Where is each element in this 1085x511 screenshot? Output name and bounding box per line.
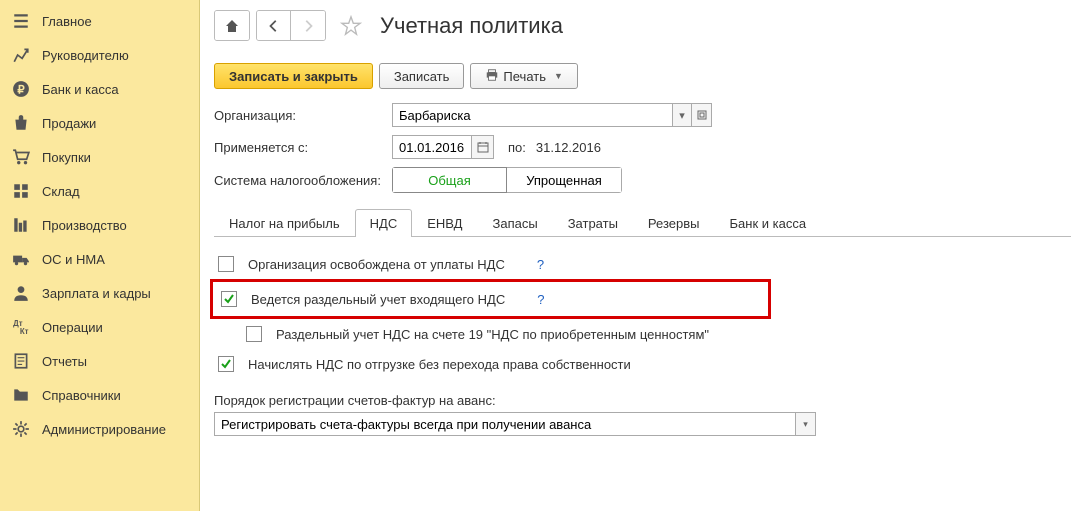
print-button[interactable]: Печать ▼ (470, 63, 578, 89)
toolbar: Записать и закрыть Записать Печать ▼ (214, 63, 1071, 89)
tax-system-label: Система налогообложения: (214, 173, 392, 188)
boxes-icon (12, 182, 30, 200)
separate-label: Ведется раздельный учет входящего НДС (251, 292, 505, 307)
invoice-order-dropdown-button[interactable]: ▾ (796, 412, 816, 436)
tab-body: Организация освобождена от уплаты НДС ? … (214, 237, 1071, 436)
topbar: Учетная политика (214, 10, 1071, 41)
sidebar-item-catalogs[interactable]: Справочники (0, 378, 199, 412)
sidebar-item-label: Склад (42, 184, 80, 199)
sidebar-item-label: Администрирование (42, 422, 166, 437)
sidebar-item-manager[interactable]: Руководителю (0, 38, 199, 72)
exempt-label: Организация освобождена от уплаты НДС (248, 257, 505, 272)
tab-profit[interactable]: Налог на прибыль (214, 209, 355, 237)
svg-text:Кт: Кт (20, 327, 29, 336)
operations-icon: ДтКт (12, 318, 30, 336)
accrue-label: Начислять НДС по отгрузке без перехода п… (248, 357, 631, 372)
favorite-star-button[interactable] (338, 13, 364, 39)
date-from-input[interactable] (392, 135, 472, 159)
tab-costs[interactable]: Затраты (553, 209, 633, 237)
calendar-button[interactable] (472, 135, 494, 159)
sidebar-item-label: Производство (42, 218, 127, 233)
report-icon (12, 352, 30, 370)
tab-bank[interactable]: Банк и касса (715, 209, 822, 237)
truck-icon (12, 250, 30, 268)
sidebar-item-operations[interactable]: ДтКт Операции (0, 310, 199, 344)
tab-reserves[interactable]: Резервы (633, 209, 715, 237)
sidebar-item-label: Отчеты (42, 354, 87, 369)
sidebar-item-label: Руководителю (42, 48, 129, 63)
back-button[interactable] (257, 11, 291, 40)
sidebar-item-label: Продажи (42, 116, 96, 131)
date-from-label: Применяется с: (214, 140, 392, 155)
folder-icon (12, 386, 30, 404)
sidebar-item-label: Банк и касса (42, 82, 119, 97)
sidebar-item-label: Покупки (42, 150, 91, 165)
caret-down-icon: ▼ (554, 71, 563, 81)
date-to-value: 31.12.2016 (536, 140, 601, 155)
tabs: Налог на прибыль НДС ЕНВД Запасы Затраты… (214, 209, 1071, 237)
sidebar-item-label: Операции (42, 320, 103, 335)
sidebar-item-main[interactable]: Главное (0, 4, 199, 38)
sidebar-item-bank[interactable]: ₽ Банк и касса (0, 72, 199, 106)
exempt-checkbox[interactable] (218, 256, 234, 272)
separate-help-link[interactable]: ? (537, 292, 544, 307)
ruble-icon: ₽ (12, 80, 30, 98)
bag-icon (12, 114, 30, 132)
org-input[interactable] (392, 103, 672, 127)
cart-icon (12, 148, 30, 166)
org-label: Организация: (214, 108, 392, 123)
date-to-label: по: (508, 140, 526, 155)
main-content: Учетная политика Записать и закрыть Запи… (200, 0, 1085, 511)
home-button[interactable] (215, 11, 249, 40)
svg-text:₽: ₽ (17, 85, 24, 97)
tax-system-simplified-button[interactable]: Упрощенная (507, 167, 622, 193)
sidebar-item-sales[interactable]: Продажи (0, 106, 199, 140)
sidebar-item-label: Справочники (42, 388, 121, 403)
menu-icon (12, 12, 30, 30)
sidebar-item-label: ОС и НМА (42, 252, 105, 267)
gear-icon (12, 420, 30, 438)
forward-button (291, 11, 325, 40)
sidebar-item-admin[interactable]: Администрирование (0, 412, 199, 446)
sidebar-item-production[interactable]: Производство (0, 208, 199, 242)
printer-icon (485, 68, 499, 85)
tax-system-general-button[interactable]: Общая (392, 167, 507, 193)
sidebar-item-label: Главное (42, 14, 92, 29)
sidebar-item-salary[interactable]: Зарплата и кадры (0, 276, 199, 310)
sidebar: Главное Руководителю ₽ Банк и касса Прод… (0, 0, 200, 511)
separate-sub-checkbox[interactable] (246, 326, 262, 342)
separate-checkbox[interactable] (221, 291, 237, 307)
sidebar-item-reports[interactable]: Отчеты (0, 344, 199, 378)
tab-envd[interactable]: ЕНВД (412, 209, 477, 237)
person-icon (12, 284, 30, 302)
accrue-checkbox[interactable] (218, 356, 234, 372)
sidebar-item-purchases[interactable]: Покупки (0, 140, 199, 174)
save-close-button[interactable]: Записать и закрыть (214, 63, 373, 89)
separate-sub-label: Раздельный учет НДС на счете 19 "НДС по … (276, 327, 709, 342)
org-dropdown-button[interactable]: ▾ (672, 103, 692, 127)
save-button[interactable]: Записать (379, 63, 465, 89)
tab-nds[interactable]: НДС (355, 209, 413, 237)
org-open-button[interactable] (692, 103, 712, 127)
sidebar-item-label: Зарплата и кадры (42, 286, 151, 301)
chart-up-icon (12, 46, 30, 64)
sidebar-item-warehouse[interactable]: Склад (0, 174, 199, 208)
tab-stock[interactable]: Запасы (477, 209, 552, 237)
highlight-box: Ведется раздельный учет входящего НДС ? (210, 279, 771, 319)
invoice-order-label: Порядок регистрации счетов-фактур на ава… (214, 393, 1071, 408)
exempt-help-link[interactable]: ? (537, 257, 544, 272)
sidebar-item-assets[interactable]: ОС и НМА (0, 242, 199, 276)
invoice-order-select[interactable] (214, 412, 796, 436)
page-title: Учетная политика (380, 13, 563, 39)
factory-icon (12, 216, 30, 234)
